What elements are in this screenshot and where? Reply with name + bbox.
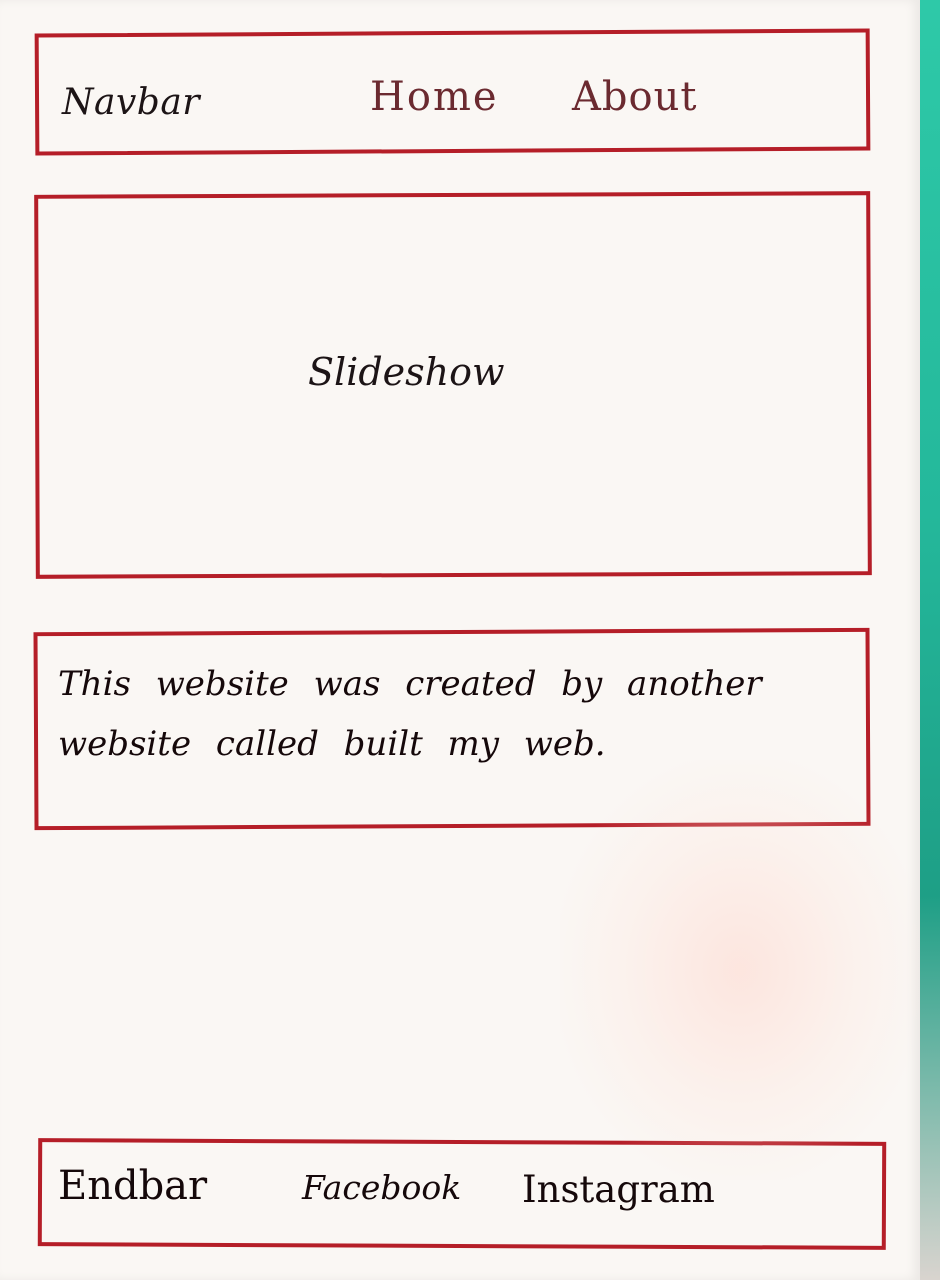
description-line-1: This website was created by another bbox=[58, 664, 762, 704]
slideshow-label: Slideshow bbox=[308, 350, 505, 394]
footer-link-facebook[interactable]: Facebook bbox=[302, 1168, 461, 1207]
navbar-title: Navbar bbox=[62, 82, 201, 123]
nav-link-home[interactable]: Home bbox=[370, 74, 499, 120]
description-line-2: website called built my web. bbox=[58, 724, 606, 764]
endbar-title: Endbar bbox=[58, 1163, 208, 1209]
sketch-paper: Navbar Home About Slideshow This website… bbox=[0, 0, 920, 1280]
footer-link-instagram[interactable]: Instagram bbox=[522, 1168, 715, 1211]
nav-link-about[interactable]: About bbox=[572, 74, 697, 120]
